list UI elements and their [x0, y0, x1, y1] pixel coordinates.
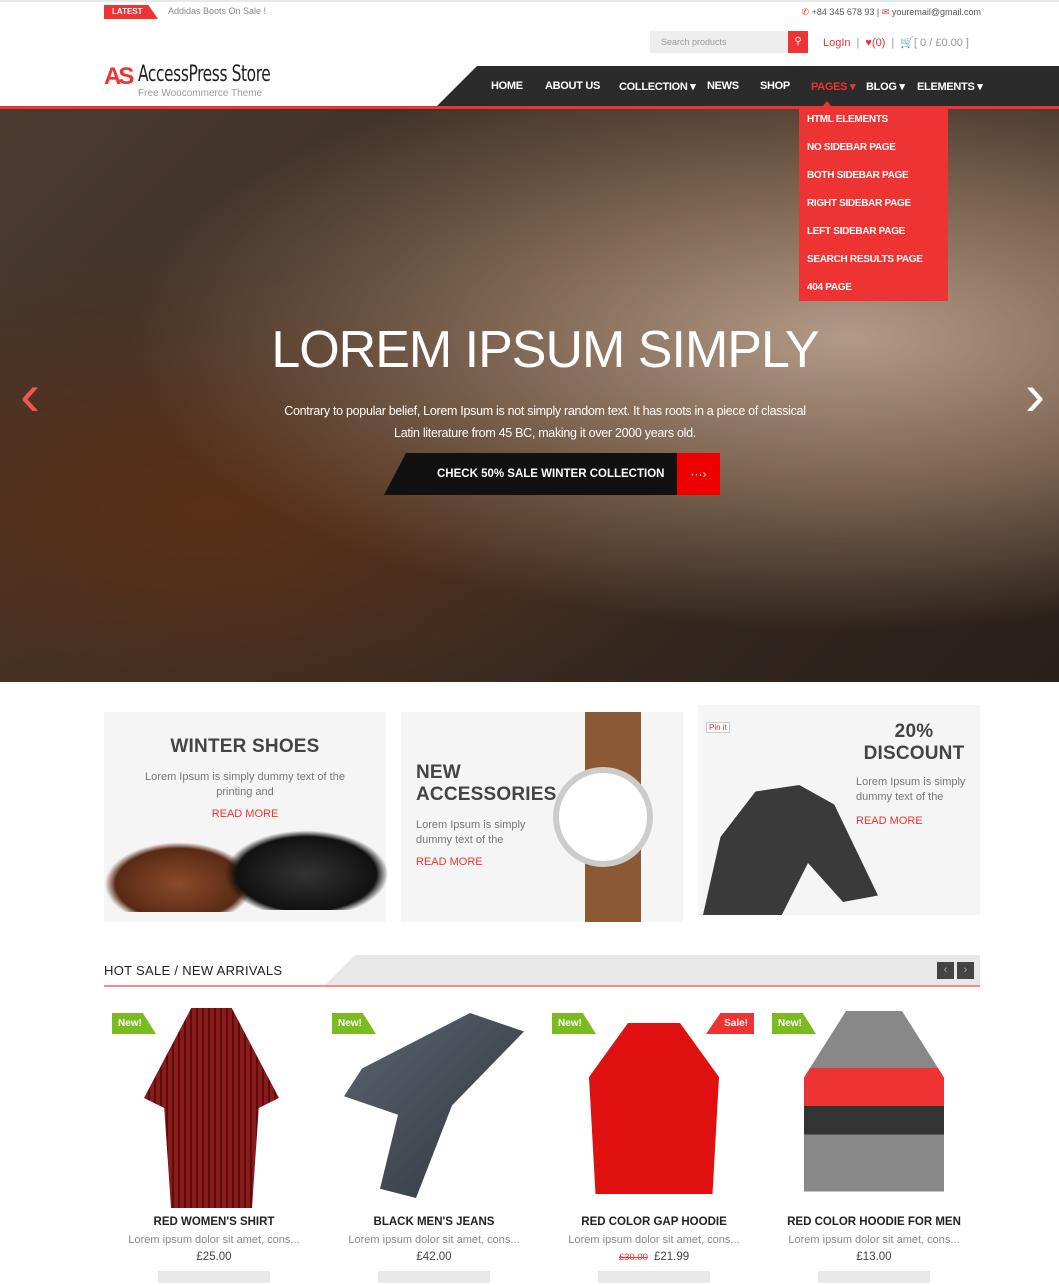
- nav-shop[interactable]: SHOP: [760, 80, 790, 92]
- black-shoe-image: [224, 830, 389, 910]
- site-tagline: Free Woocommerce Theme: [138, 88, 263, 99]
- caret-down-icon: ▾: [899, 81, 905, 93]
- product-image: [804, 1011, 944, 1192]
- login-link[interactable]: LogIn: [823, 37, 851, 49]
- new-badge: New!: [112, 1013, 156, 1034]
- read-more-link[interactable]: READ MORE: [104, 808, 386, 820]
- product-name[interactable]: RED COLOR GAP HOODIE: [544, 1216, 764, 1228]
- nav-collection[interactable]: COLLECTION ▾: [619, 80, 696, 93]
- product-price: £13.00: [856, 1251, 892, 1263]
- cart-link[interactable]: 🛒[ 0 / £0.00 ]: [900, 37, 969, 49]
- carousel-prev-icon[interactable]: ‹: [937, 962, 954, 979]
- cart-icon: 🛒: [900, 37, 914, 49]
- nav-blog[interactable]: BLOG ▾: [866, 80, 905, 93]
- nav-news[interactable]: NEWS: [707, 80, 739, 92]
- search-button[interactable]: ⚲: [788, 31, 808, 53]
- dropdown-item[interactable]: HTML ELEMENTS: [807, 114, 888, 125]
- product-image: [144, 1008, 279, 1208]
- read-more-link[interactable]: READ MORE: [416, 856, 683, 868]
- dropdown-item[interactable]: BOTH SIDEBAR PAGE: [807, 170, 909, 181]
- add-to-cart-button[interactable]: [598, 1271, 710, 1283]
- phone: +84 345 678 93: [811, 7, 875, 17]
- new-badge: New!: [552, 1013, 596, 1034]
- wishlist-link[interactable]: ♥(0): [865, 37, 885, 49]
- dropdown-item[interactable]: LEFT SIDEBAR PAGE: [807, 226, 905, 237]
- section-header-bg: [325, 955, 980, 985]
- section-divider: [104, 985, 980, 987]
- sale-badge: Sale!: [706, 1013, 754, 1034]
- product-image: [344, 1013, 524, 1198]
- phone-icon: ✆: [801, 7, 810, 17]
- hero-cta-button[interactable]: CHECK 50% SALE WINTER COLLECTION: [384, 453, 677, 495]
- product-desc: Lorem ipsum dolor sit amet, cons...: [568, 1234, 740, 1246]
- nav-elements[interactable]: ELEMENTS ▾: [917, 80, 983, 93]
- news-ticker[interactable]: Addidas Boots On Sale !: [168, 6, 266, 16]
- add-to-cart-button[interactable]: [378, 1271, 490, 1283]
- latest-label: LATEST: [104, 5, 158, 19]
- dropdown-item[interactable]: NO SIDEBAR PAGE: [807, 142, 896, 153]
- add-to-cart-button[interactable]: [818, 1271, 930, 1283]
- old-price: £30.00: [618, 1252, 648, 1263]
- pin-it-button[interactable]: Pin it: [706, 722, 730, 733]
- caret-down-icon: ▾: [690, 81, 696, 93]
- contact-info: ✆ +84 345 678 93 | ✉ youremail@gmail.com: [801, 7, 981, 17]
- product-price: £25.00: [196, 1251, 232, 1263]
- mail-icon: ✉: [881, 7, 890, 17]
- promo-new-accessories[interactable]: NEW ACCESSORIES Lorem Ipsum is simply du…: [401, 712, 683, 922]
- dropdown-item[interactable]: RIGHT SIDEBAR PAGE: [807, 198, 911, 209]
- new-badge: New!: [332, 1013, 376, 1034]
- caret-down-icon: ▾: [849, 81, 856, 93]
- add-to-cart-button[interactable]: [158, 1271, 270, 1283]
- product-desc: Lorem ipsum dolor sit amet, cons...: [128, 1234, 300, 1246]
- search-input[interactable]: Search products: [650, 31, 788, 53]
- slider-next-icon[interactable]: ›: [1025, 365, 1045, 425]
- hero-cta-arrow[interactable]: ···›: [677, 453, 720, 495]
- hero-title: LOREM IPSUM SIMPLY: [271, 321, 819, 379]
- new-badge: New!: [772, 1013, 816, 1034]
- tshirt-image: [703, 785, 878, 915]
- product-card[interactable]: New! BLACK MEN'S JEANS Lorem ipsum dolor…: [324, 1003, 544, 1283]
- top-border: [0, 0, 1059, 2]
- arrow-right-icon: ···›: [690, 467, 707, 481]
- product-desc: Lorem ipsum dolor sit amet, cons...: [788, 1234, 960, 1246]
- product-card[interactable]: New! RED WOMEN'S SHIRT Lorem ipsum dolor…: [104, 1003, 324, 1283]
- slider-prev-icon[interactable]: ‹: [20, 365, 60, 425]
- product-name[interactable]: RED COLOR HOODIE FOR MEN: [764, 1216, 984, 1228]
- account-links: LogIn | ♥(0) | 🛒[ 0 / £0.00 ]: [823, 37, 969, 49]
- email[interactable]: youremail@gmail.com: [892, 7, 981, 17]
- product-image: [589, 1023, 719, 1194]
- product-price: £30.00 £21.99: [618, 1251, 690, 1263]
- product-name[interactable]: BLACK MEN'S JEANS: [324, 1216, 544, 1228]
- caret-down-icon: ▾: [977, 81, 983, 93]
- product-price: £42.00: [416, 1251, 452, 1263]
- carousel-next-icon[interactable]: ›: [957, 962, 974, 979]
- search-icon: ⚲: [794, 36, 802, 47]
- nav-about-us[interactable]: ABOUT US: [545, 80, 600, 92]
- nav-pages[interactable]: PAGES ▾: [811, 80, 856, 93]
- dropdown-item[interactable]: 404 PAGE: [807, 282, 852, 293]
- promo-winter-shoes[interactable]: WINTER SHOES Lorem Ipsum is simply dummy…: [104, 712, 389, 922]
- hero-text: Contrary to popular belief, Lorem Ipsum …: [284, 404, 806, 440]
- read-more-link[interactable]: READ MORE: [856, 815, 923, 827]
- logo-icon[interactable]: AS: [104, 63, 134, 91]
- watch-image: [553, 767, 653, 867]
- promo-discount[interactable]: Pin it 20% DISCOUNT Lorem Ipsum is simpl…: [698, 705, 980, 915]
- site-title[interactable]: AccessPress Store: [138, 62, 271, 87]
- product-card[interactable]: New! Sale! RED COLOR GAP HOODIE Lorem ips…: [544, 1003, 764, 1283]
- nav-home[interactable]: HOME: [491, 80, 523, 92]
- product-name[interactable]: RED WOMEN'S SHIRT: [104, 1216, 324, 1228]
- section-title: HOT SALE / NEW ARRIVALS: [104, 963, 283, 978]
- product-card[interactable]: New! RED COLOR HOODIE FOR MEN Lorem ipsu…: [764, 1003, 984, 1283]
- product-desc: Lorem ipsum dolor sit amet, cons...: [348, 1234, 520, 1246]
- dropdown-item[interactable]: SEARCH RESULTS PAGE: [807, 254, 923, 265]
